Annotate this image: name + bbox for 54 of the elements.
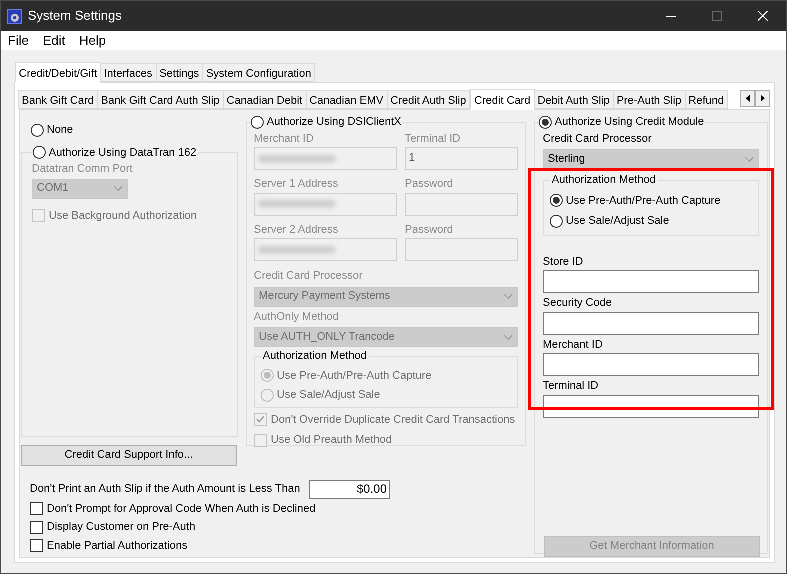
caret-icon xyxy=(114,186,123,191)
tab[interactable]: Bank Gift Card xyxy=(18,90,98,109)
tab[interactable]: Credit Card xyxy=(470,89,535,110)
menu-item[interactable]: File xyxy=(1,30,36,50)
field-label: Password xyxy=(405,222,454,238)
check-icon xyxy=(255,414,266,426)
tab[interactable]: Pre-Auth Slip xyxy=(612,90,686,109)
caret-icon xyxy=(504,334,513,340)
field-label: Store ID xyxy=(543,254,584,270)
field-label: Merchant ID xyxy=(254,132,315,146)
dropdown[interactable]: Sterling xyxy=(543,149,759,169)
support-button[interactable]: Credit Card Support Info... xyxy=(21,444,237,466)
checkbox-option[interactable]: Enable Partial Authorizations xyxy=(30,538,188,554)
tab[interactable]: Canadian Debit xyxy=(222,90,307,109)
checkbox-option[interactable]: Display Customer on Pre-Auth xyxy=(30,519,196,536)
scroll-right-icon[interactable] xyxy=(755,90,770,107)
field-label: Terminal ID xyxy=(405,132,462,146)
tab[interactable]: Credit Auth Slip xyxy=(386,90,470,109)
tab[interactable]: Canadian EMV xyxy=(306,90,388,109)
group-title: Authorization Method xyxy=(551,173,657,188)
tab[interactable]: Debit Auth Slip xyxy=(534,90,614,109)
menu-item[interactable]: Edit xyxy=(36,30,72,50)
window-title: System Settings xyxy=(28,7,122,26)
tab[interactable]: System Configuration xyxy=(202,63,316,82)
tab[interactable]: Bank Gift Card Auth Slip xyxy=(97,90,224,109)
radio-option[interactable]: Authorize Using Credit Module xyxy=(539,114,704,130)
group-title: Authorization Method xyxy=(262,349,368,364)
field-label: Server 1 Address xyxy=(254,177,340,192)
tab[interactable]: Refund xyxy=(684,90,728,109)
checkbox-option[interactable]: Don't Prompt for Approval Code When Auth is Declined xyxy=(30,500,316,517)
field-label: Merchant ID xyxy=(543,338,604,352)
field-label: Password xyxy=(405,177,454,192)
amount-field[interactable]: $0.00 xyxy=(309,480,390,498)
radio-option[interactable]: Use Pre-Auth/Pre-Auth Capture xyxy=(550,192,721,209)
tab[interactable]: Settings xyxy=(156,63,204,82)
field-label: Server 2 Address xyxy=(254,222,340,238)
field-label: Datatran Comm Port xyxy=(32,162,134,177)
radio-option[interactable]: Use Sale/Adjust Sale xyxy=(550,213,670,230)
tab[interactable]: Interfaces xyxy=(100,63,157,82)
field-label: Don't Print an Auth Slip if the Auth Amount is Less Than xyxy=(30,482,300,497)
caret-icon xyxy=(504,294,513,299)
radio-option[interactable]: None xyxy=(31,122,74,138)
input-field[interactable] xyxy=(543,312,759,334)
caret-icon xyxy=(745,156,754,162)
field-label: Credit Card Processor xyxy=(254,269,364,284)
input-field[interactable] xyxy=(543,353,759,376)
field-label: Terminal ID xyxy=(543,379,600,394)
menu-item[interactable]: Help xyxy=(72,30,114,50)
field-label: Credit Card Processor xyxy=(543,132,653,146)
field-label: AuthOnly Method xyxy=(254,310,340,324)
input-field[interactable] xyxy=(543,270,759,293)
scroll-left-icon[interactable] xyxy=(740,90,755,107)
tab[interactable]: Credit/Debit/Gift xyxy=(15,62,102,83)
field-label: Security Code xyxy=(543,296,614,311)
